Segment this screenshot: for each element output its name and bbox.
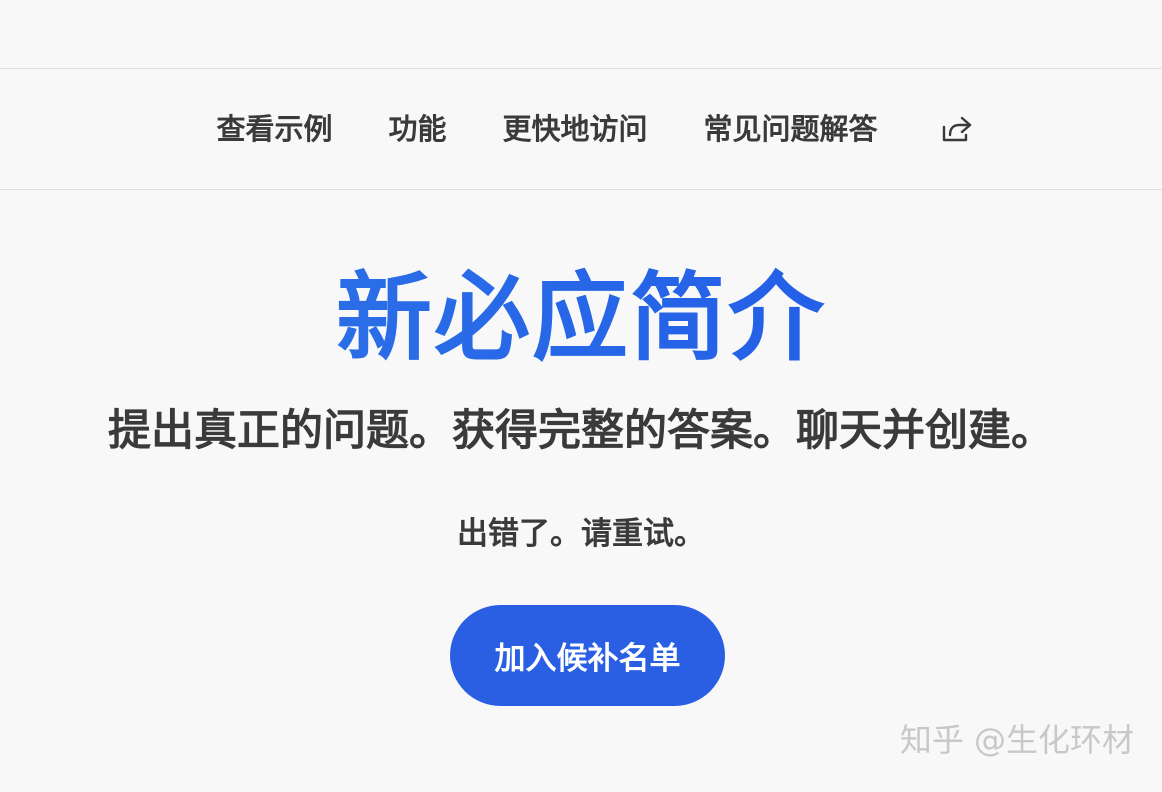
hero-title: 新必应简介 <box>0 265 1162 372</box>
share-button[interactable] <box>940 112 974 146</box>
nav-item-features[interactable]: 功能 <box>388 114 446 144</box>
top-bar <box>0 0 1162 69</box>
main-nav: 查看示例 功能 更快地访问 常见问题解答 <box>0 69 1162 190</box>
hero-subtitle: 提出真正的问题。获得完整的答案。聊天并创建。 <box>108 406 1054 456</box>
nav-item-faster-access[interactable]: 更快地访问 <box>503 114 648 144</box>
join-waitlist-button[interactable]: 加入候补名单 <box>450 605 725 706</box>
share-icon <box>942 116 971 142</box>
error-message: 出错了。请重试。 <box>457 516 705 552</box>
page: 查看示例 功能 更快地访问 常见问题解答 新必应简介 提出真正的问题。获得完整的… <box>0 0 1162 792</box>
watermark: 知乎 @生化环材 <box>899 721 1134 759</box>
nav-item-examples[interactable]: 查看示例 <box>216 114 332 144</box>
nav-item-faq[interactable]: 常见问题解答 <box>704 114 878 144</box>
